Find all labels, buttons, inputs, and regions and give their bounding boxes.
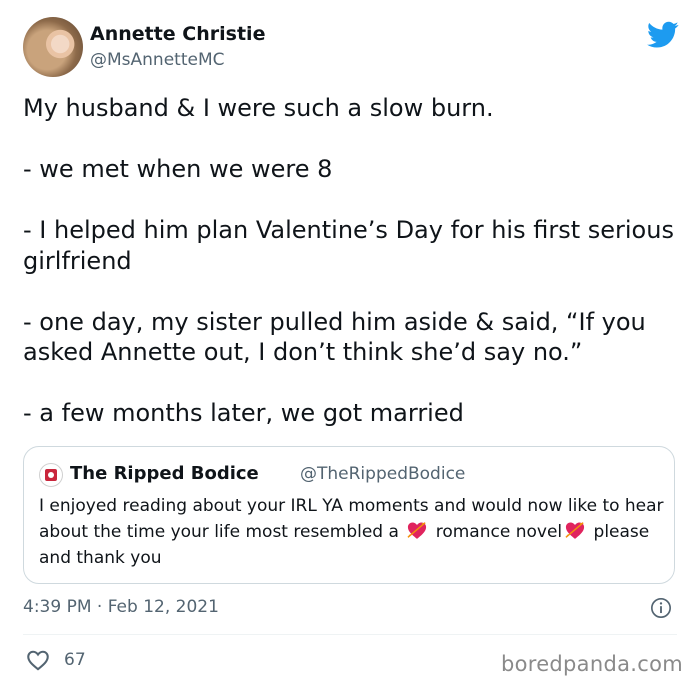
twitter-bird-icon[interactable] [647,21,679,49]
divider [23,634,677,635]
tweet-text-container: My husband & I were such a slow burn. - … [23,93,683,429]
author-name[interactable]: Annette Christie [90,23,265,45]
quoted-text-part2: romance novel [430,522,563,542]
tweet-header: Annette Christie @MsAnnetteMC [23,17,683,79]
quoted-avatar[interactable] [39,463,63,487]
tweet-text: My husband & I were such a slow burn. - … [23,94,674,427]
info-icon[interactable] [650,597,672,619]
quoted-tweet[interactable]: The Ripped Bodice @TheRippedBodice I enj… [23,446,675,584]
heart-with-arrow-emoji [565,522,585,539]
quoted-tweet-text: I enjoyed reading about your IRL YA mome… [39,493,664,571]
quoted-author-handle: @TheRippedBodice [300,464,466,484]
author-handle[interactable]: @MsAnnetteMC [90,50,225,70]
author-avatar[interactable] [23,17,83,77]
tweet-timestamp[interactable]: 4:39 PM · Feb 12, 2021 [23,597,219,617]
watermark: boredpanda.com [500,652,683,676]
heart-outline-icon[interactable] [25,648,51,672]
like-count: 67 [64,650,86,670]
heart-with-arrow-emoji [407,522,427,539]
quoted-author-name: The Ripped Bodice [70,463,259,484]
